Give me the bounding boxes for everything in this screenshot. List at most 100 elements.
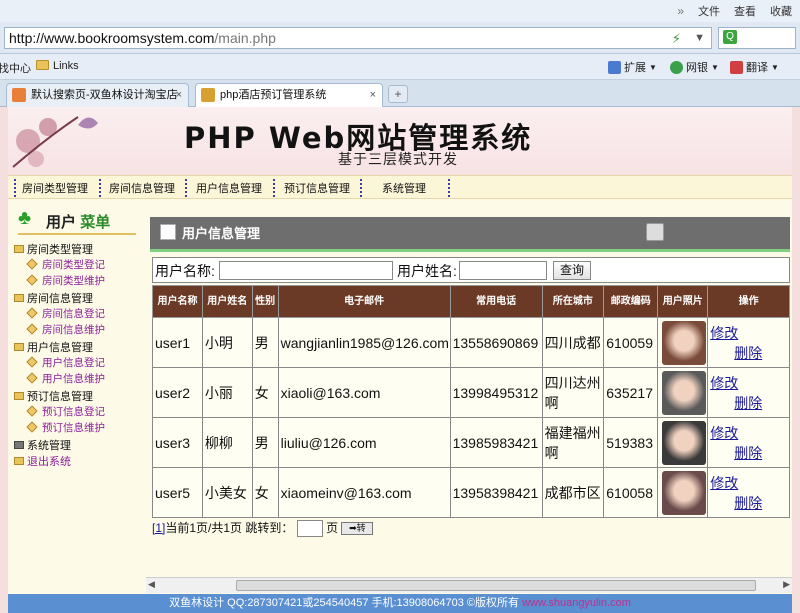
- netbank-button[interactable]: 网银 ▼: [670, 59, 719, 75]
- translate-button[interactable]: 翻译 ▼: [730, 59, 779, 75]
- table-row: user2 小丽 女 xiaoli@163.com 13998495312 四川…: [152, 367, 790, 418]
- cell-phone: 13985983421: [449, 417, 543, 468]
- cell-email: liuliu@126.com: [277, 417, 451, 468]
- sidebar-item-booking-add[interactable]: 预订信息登记: [26, 404, 105, 419]
- col-photo: 用户照片: [657, 285, 709, 318]
- go-button[interactable]: ➡转: [341, 522, 374, 536]
- sidebar-item-booking-manage[interactable]: 预订信息维护: [26, 420, 105, 435]
- expand-button[interactable]: 扩展 ▼: [608, 59, 657, 75]
- horizontal-scrollbar[interactable]: ◀ ▶: [146, 577, 792, 593]
- new-tab-button[interactable]: +: [388, 85, 408, 103]
- favorite-links-label: Links: [53, 60, 79, 72]
- print-icon[interactable]: [646, 223, 664, 241]
- nav-room-info[interactable]: 房间信息管理: [109, 180, 175, 196]
- bullet-icon: [26, 307, 38, 319]
- table-row: user5 小美女 女 xiaomeinv@163.com 1395839842…: [152, 467, 790, 518]
- sidebar-item-room-type-manage[interactable]: 房间类型维护: [26, 273, 105, 288]
- tab-default-search[interactable]: 默认搜索页-双鱼林设计淘宝店 ×: [6, 83, 189, 107]
- close-icon[interactable]: ×: [370, 84, 376, 106]
- search-engine-icon[interactable]: Q: [723, 30, 737, 44]
- netbank-label: 网银: [686, 62, 708, 74]
- nav-booking-info[interactable]: 预订信息管理: [284, 180, 350, 196]
- bullet-icon: [26, 421, 38, 433]
- tab-strip: 默认搜索页-双鱼林设计淘宝店 × php酒店预订管理系统 × +: [0, 80, 800, 107]
- favorite-links[interactable]: Links: [36, 60, 79, 72]
- sidebar-item-room-info-manage[interactable]: 房间信息维护: [26, 322, 105, 337]
- scroll-right-icon[interactable]: ▶: [783, 579, 790, 590]
- search-engine-box[interactable]: Q: [718, 27, 796, 49]
- cell-email: xiaoli@163.com: [277, 367, 451, 418]
- item-label: 房间类型登记: [42, 259, 105, 271]
- item-label: 房间信息维护: [42, 324, 105, 336]
- bolt-icon[interactable]: ⚡: [672, 29, 681, 49]
- col-phone: 常用电话: [449, 285, 543, 318]
- realname-input[interactable]: [459, 261, 547, 280]
- page-link[interactable]: [1]: [152, 521, 165, 535]
- username-input[interactable]: [219, 261, 393, 280]
- item-label: 预订信息登记: [42, 406, 105, 418]
- sidebar-group-system[interactable]: 系统管理: [14, 437, 71, 453]
- sidebar-logout[interactable]: 退出系统: [14, 453, 71, 469]
- nav-separator: [360, 179, 362, 197]
- tab-hotel-system[interactable]: php酒店预订管理系统 ×: [195, 83, 383, 107]
- scroll-left-icon[interactable]: ◀: [148, 579, 155, 590]
- page-jump-input[interactable]: [296, 520, 323, 538]
- site-banner: PHP Web网站管理系统 基于三层模式开发: [8, 107, 792, 175]
- sidebar-group-user-info[interactable]: 用户信息管理: [14, 339, 93, 355]
- table-row: user3 柳柳 男 liuliu@126.com 13985983421 福建…: [152, 417, 790, 468]
- group-label: 预订信息管理: [27, 391, 93, 403]
- chevron-icon[interactable]: »: [677, 4, 684, 18]
- cell-sex: 女: [251, 367, 279, 418]
- menu-favorites[interactable]: 收藏: [770, 3, 792, 19]
- system-icon: [14, 441, 24, 449]
- banner-subtitle: 基于三层模式开发: [338, 151, 458, 167]
- scroll-thumb[interactable]: [236, 580, 756, 591]
- sidebar-item-room-info-add[interactable]: 房间信息登记: [26, 306, 105, 321]
- delete-link[interactable]: 删除: [710, 493, 789, 513]
- edit-link[interactable]: 修改: [710, 323, 789, 343]
- close-icon[interactable]: ×: [176, 84, 182, 106]
- address-row: http://www.bookroomsystem.com/main.php ⚡…: [0, 22, 800, 54]
- footer-link[interactable]: www.shuangyulin.com: [522, 597, 631, 609]
- pagination: [1]当前1页/共1页 跳转到： 页 ➡转: [152, 519, 374, 538]
- sidebar-item-user-info-manage[interactable]: 用户信息维护: [26, 371, 105, 386]
- edit-link[interactable]: 修改: [710, 373, 789, 393]
- edit-link[interactable]: 修改: [710, 423, 789, 443]
- search-form: 用户名称: 用户姓名: 查询: [152, 257, 790, 283]
- delete-link[interactable]: 删除: [710, 393, 789, 413]
- sidebar-item-user-info-add[interactable]: 用户信息登记: [26, 355, 105, 370]
- nav-separator: [14, 179, 16, 197]
- col-name: 用户姓名: [201, 285, 253, 318]
- cell-email: wangjianlin1985@126.com: [277, 317, 451, 368]
- cell-phone: 13558690869: [449, 317, 543, 368]
- item-label: 房间信息登记: [42, 308, 105, 320]
- col-actions: 操作: [707, 285, 790, 318]
- sidebar-group-booking[interactable]: 预订信息管理: [14, 388, 93, 404]
- col-zip: 邮政编码: [603, 285, 659, 318]
- favorite-fragment[interactable]: 找中心: [0, 60, 31, 76]
- cell-photo: [657, 367, 709, 418]
- page-right-margin: [792, 107, 800, 613]
- bullet-icon: [26, 356, 38, 368]
- sidebar-group-room-info[interactable]: 房间信息管理: [14, 290, 93, 306]
- username-label: 用户名称:: [155, 263, 215, 279]
- cell-username: user5: [152, 467, 203, 518]
- query-button[interactable]: 查询: [553, 261, 592, 280]
- sidebar-item-room-type-add[interactable]: 房间类型登记: [26, 257, 105, 272]
- menu-view[interactable]: 查看: [734, 3, 756, 19]
- address-bar[interactable]: http://www.bookroomsystem.com/main.php ⚡…: [4, 27, 712, 49]
- delete-link[interactable]: 删除: [710, 443, 789, 463]
- table-row: user1 小明 男 wangjianlin1985@126.com 13558…: [152, 317, 790, 368]
- delete-link[interactable]: 删除: [710, 343, 789, 363]
- menu-file[interactable]: 文件: [698, 3, 720, 19]
- shield-icon: [670, 60, 683, 74]
- sidebar-group-room-type[interactable]: 房间类型管理: [14, 241, 93, 257]
- col-username: 用户名称: [152, 285, 203, 318]
- nav-room-type[interactable]: 房间类型管理: [22, 180, 88, 196]
- cell-city: 成都市区: [541, 467, 605, 518]
- nav-system[interactable]: 系统管理: [382, 180, 426, 196]
- dropdown-icon[interactable]: ▼: [694, 28, 705, 48]
- edit-link[interactable]: 修改: [710, 473, 789, 493]
- cell-username: user2: [152, 367, 203, 418]
- nav-user-info[interactable]: 用户信息管理: [196, 180, 262, 196]
